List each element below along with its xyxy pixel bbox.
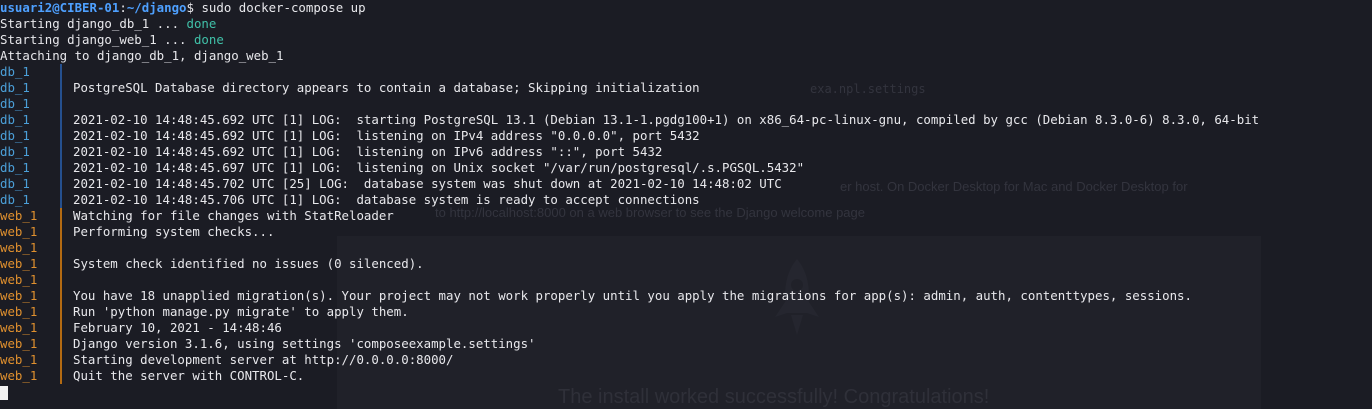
log-line: db_1 2021-02-10 14:48:45.692 UTC [1] LOG:… [0, 112, 1372, 128]
service-name: db_1 [0, 144, 30, 159]
log-message: PostgreSQL Database directory appears to… [73, 80, 700, 95]
log-line: web_1 Watching for file changes with Stat… [0, 208, 1372, 224]
log-message: Django version 3.1.6, using settings 'co… [73, 336, 536, 351]
log-line: web_1 You have 18 unapplied migration(s).… [0, 288, 1372, 304]
log-line: web_1 Django version 3.1.6, using setting… [0, 336, 1372, 352]
service-name: web_1 [0, 320, 38, 335]
service-name: web_1 [0, 288, 38, 303]
prompt-user-host: usuari2@CIBER-01 [0, 0, 120, 15]
log-line: web_1 Performing system checks... [0, 224, 1372, 240]
attaching-line: Attaching to django_db_1, django_web_1 [0, 48, 284, 63]
log-line: db_1 2021-02-10 14:48:45.692 UTC [1] LOG:… [0, 144, 1372, 160]
service-separator [58, 368, 73, 384]
log-message: Performing system checks... [73, 224, 275, 239]
log-message: Starting development server at http://0.… [73, 352, 454, 367]
prompt-command: sudo docker-compose up [201, 0, 366, 15]
service-separator [58, 320, 73, 336]
cursor-line [0, 384, 1372, 400]
service-separator [58, 224, 73, 240]
service-name: db_1 [0, 80, 30, 95]
log-message: February 10, 2021 - 14:48:46 [73, 320, 282, 335]
service-separator [58, 64, 73, 80]
service-separator [58, 336, 73, 352]
service-separator [58, 176, 73, 192]
terminal-output[interactable]: usuari2@CIBER-01:~/django$ sudo docker-c… [0, 0, 1372, 400]
service-separator [58, 192, 73, 208]
service-name: web_1 [0, 368, 38, 383]
startup-text: Starting django_web_1 ... [0, 32, 194, 47]
log-line: db_1 PostgreSQL Database directory appear… [0, 80, 1372, 96]
log-message: 2021-02-10 14:48:45.697 UTC [1] LOG: lis… [73, 160, 805, 175]
service-separator [58, 144, 73, 160]
prompt-symbol: $ [186, 0, 194, 15]
log-message: 2021-02-10 14:48:45.692 UTC [1] LOG: lis… [73, 128, 700, 143]
log-line: web_1 Quit the server with CONTROL-C. [0, 368, 1372, 384]
service-name: db_1 [0, 64, 30, 79]
service-name: db_1 [0, 160, 30, 175]
service-separator [58, 272, 73, 288]
service-name: web_1 [0, 224, 38, 239]
service-name: web_1 [0, 208, 38, 223]
log-line: web_1 [0, 272, 1372, 288]
prompt-path: ~/django [126, 0, 187, 15]
service-separator [58, 288, 73, 304]
log-line: db_1 2021-02-10 14:48:45.697 UTC [1] LOG:… [0, 160, 1372, 176]
service-name: web_1 [0, 304, 38, 319]
startup-status: done [186, 16, 217, 31]
log-line: web_1 February 10, 2021 - 14:48:46 [0, 320, 1372, 336]
service-name: db_1 [0, 192, 30, 207]
log-message: Quit the server with CONTROL-C. [73, 368, 305, 383]
service-name: db_1 [0, 112, 30, 127]
service-name: db_1 [0, 128, 30, 143]
prompt-line: usuari2@CIBER-01:~/django$ sudo docker-c… [0, 0, 1372, 16]
startup-status: done [193, 32, 224, 47]
service-separator [58, 80, 73, 96]
service-separator [58, 304, 73, 320]
startup-text: Starting django_db_1 ... [0, 16, 187, 31]
log-line: web_1 Run 'python manage.py migrate' to a… [0, 304, 1372, 320]
service-name: web_1 [0, 352, 38, 367]
service-separator [58, 352, 73, 368]
log-line: db_1 2021-02-10 14:48:45.702 UTC [25] LOG… [0, 176, 1372, 192]
log-line: db_1 2021-02-10 14:48:45.706 UTC [1] LOG:… [0, 192, 1372, 208]
prompt-separator: : [119, 0, 127, 15]
log-lines: db_1 db_1 PostgreSQL Database directory ap… [0, 64, 1372, 384]
log-line: db_1 [0, 64, 1372, 80]
service-name: db_1 [0, 96, 30, 111]
startup-line: Starting django_db_1 ... done [0, 16, 1372, 32]
log-message: 2021-02-10 14:48:45.706 UTC [1] LOG: dat… [73, 192, 700, 207]
service-separator [58, 256, 73, 272]
service-separator [58, 112, 73, 128]
service-separator [58, 240, 73, 256]
log-message: Watching for file changes with StatReloa… [73, 208, 394, 223]
log-line: web_1 Starting development server at http… [0, 352, 1372, 368]
service-name: web_1 [0, 256, 38, 271]
log-message: System check identified no issues (0 sil… [73, 256, 424, 271]
text-cursor [0, 385, 8, 400]
service-name: web_1 [0, 336, 38, 351]
service-separator [58, 208, 73, 224]
service-separator [58, 128, 73, 144]
log-line: db_1 [0, 96, 1372, 112]
service-separator [58, 160, 73, 176]
service-name: web_1 [0, 240, 38, 255]
service-name: db_1 [0, 176, 30, 191]
log-line: web_1 System check identified no issues (… [0, 256, 1372, 272]
log-message: 2021-02-10 14:48:45.702 UTC [25] LOG: da… [73, 176, 782, 191]
log-line: web_1 [0, 240, 1372, 256]
log-message: 2021-02-10 14:48:45.692 UTC [1] LOG: lis… [73, 144, 663, 159]
service-name: web_1 [0, 272, 38, 287]
log-line: db_1 2021-02-10 14:48:45.692 UTC [1] LOG:… [0, 128, 1372, 144]
log-message: Run 'python manage.py migrate' to apply … [73, 304, 409, 319]
service-separator [58, 96, 73, 112]
log-message: You have 18 unapplied migration(s). Your… [73, 288, 1192, 303]
startup-line: Starting django_web_1 ... done [0, 32, 1372, 48]
log-message: 2021-02-10 14:48:45.692 UTC [1] LOG: sta… [73, 112, 1260, 127]
